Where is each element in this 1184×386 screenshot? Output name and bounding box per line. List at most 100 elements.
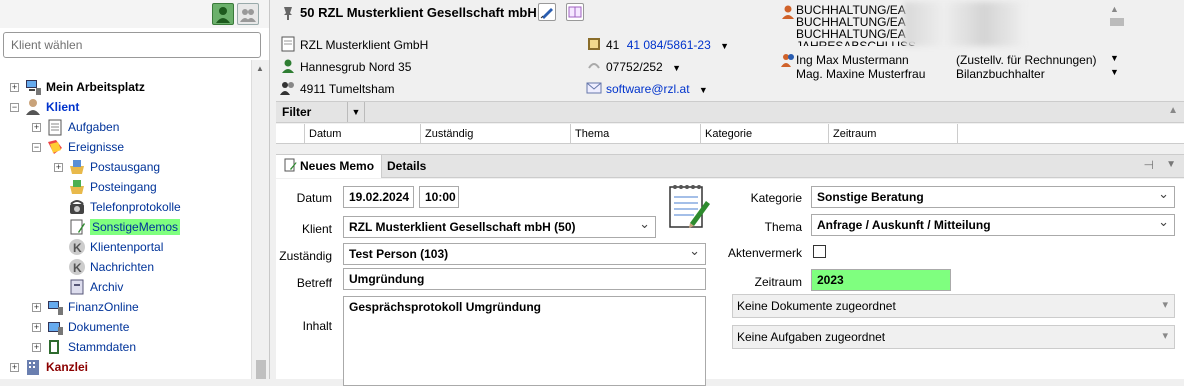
documents-icon xyxy=(48,322,63,335)
tree-item-posteingang[interactable]: Posteingang xyxy=(68,177,157,197)
single-user-button[interactable] xyxy=(212,3,234,25)
client-select[interactable]: RZL Musterklient Gesellschaft mbH (50) xyxy=(343,216,656,238)
header-scrollbar[interactable]: ▲ xyxy=(1110,4,1124,74)
phone-row[interactable]: 41 41 084/5861-23 ▼ xyxy=(606,38,729,52)
tree-item-ereignisse[interactable]: − Ereignisse xyxy=(32,137,124,157)
tree-scrollbar[interactable]: ▲ xyxy=(251,60,269,379)
pin-icon[interactable] xyxy=(280,5,296,21)
client-search-input[interactable]: Klient wählen xyxy=(3,32,261,58)
column-header-zeitraum[interactable]: Zeitraum xyxy=(828,124,958,144)
collapse-up-icon[interactable]: ▲ xyxy=(1168,105,1178,116)
contact-role: Bilanzbuchhalter xyxy=(956,67,1045,81)
documents-dropdown[interactable]: Keine Dokumente zugeordnet xyxy=(732,294,1175,318)
tree-item-stammdaten[interactable]: + Stammdaten xyxy=(32,337,136,357)
tree-item-archiv[interactable]: Archiv xyxy=(68,277,123,297)
fax-icon xyxy=(588,63,600,69)
client-detail-panel: 50 RZL Musterklient Gesellschaft mbH ▼ R… xyxy=(276,0,1184,386)
tree-item-kanzlei[interactable]: + Kanzlei xyxy=(10,357,88,377)
scroll-up-arrow-icon[interactable]: ▲ xyxy=(1110,4,1124,14)
zeitraum-label: Zeitraum xyxy=(754,275,802,289)
tree-item-klient[interactable]: − Klient xyxy=(10,97,79,117)
pin-panel-icon[interactable]: ⊣ xyxy=(1144,158,1154,172)
collapse-icon[interactable]: − xyxy=(10,102,19,112)
phonebook-icon xyxy=(588,38,600,50)
column-header-zustaendig[interactable]: Zuständig xyxy=(420,124,570,144)
messages-k-icon: K xyxy=(69,259,85,275)
role-line: JAHRESABSCHLUSS xyxy=(796,39,917,46)
expand-icon[interactable]: + xyxy=(32,322,41,332)
city: 4911 Tumeltsham xyxy=(300,82,395,96)
scrollbar-thumb[interactable] xyxy=(256,360,266,379)
betreff-label: Betreff xyxy=(296,276,332,290)
kategorie-label: Kategorie xyxy=(750,191,802,205)
company-doc-icon xyxy=(281,36,295,52)
phone-number[interactable]: 41 084/5861-23 xyxy=(627,38,711,52)
chevron-down-icon[interactable]: ▼ xyxy=(720,41,729,51)
chevron-down-icon[interactable]: ▼ xyxy=(699,85,708,95)
tab-details[interactable]: Details xyxy=(380,155,433,178)
workstation-icon xyxy=(26,80,41,95)
topic-select[interactable]: Anfrage / Auskunft / Mitteilung xyxy=(811,214,1175,236)
content-textarea[interactable]: Gesprächsprotokoll Umgründung xyxy=(343,296,706,386)
scroll-up-arrow-icon[interactable]: ▲ xyxy=(256,64,264,73)
responsible-select[interactable]: Test Person (103) xyxy=(343,243,706,265)
open-book-button[interactable] xyxy=(566,3,584,21)
client-title[interactable]: 50 RZL Musterklient Gesellschaft mbH ▼ xyxy=(300,5,554,20)
column-header-thema[interactable]: Thema xyxy=(570,124,700,144)
date-input[interactable]: 19.02.2024 xyxy=(343,186,414,208)
scrollbar-thumb[interactable] xyxy=(1110,18,1124,26)
tree-item-label: Posteingang xyxy=(90,180,157,194)
tree-item-aufgaben[interactable]: + Aufgaben xyxy=(32,117,119,137)
memo-form: Datum 19.02.2024 10:00 Klient RZL Muster… xyxy=(276,179,1184,386)
edit-pen-icon xyxy=(540,8,553,19)
expand-icon[interactable]: + xyxy=(32,342,41,352)
book-icon xyxy=(568,6,582,18)
email-row[interactable]: software@rzl.at ▼ xyxy=(606,82,708,96)
expand-icon[interactable]: + xyxy=(32,302,41,312)
detail-tab-bar: Neues Memo Details ⊣ ▼ xyxy=(276,154,1184,178)
tree-item-label: Kanzlei xyxy=(46,360,89,374)
category-select[interactable]: Sonstige Beratung xyxy=(811,186,1175,208)
tree-item-telefonprotokolle[interactable]: Telefonprotokolle xyxy=(68,197,181,217)
users-icon xyxy=(240,9,256,22)
person-role-icon xyxy=(782,5,794,19)
chevron-down-icon[interactable]: ▼ xyxy=(1166,159,1176,170)
subject-input[interactable]: Umgründung xyxy=(343,268,706,290)
klient-label: Klient xyxy=(301,222,332,236)
tree-item-klientenportal[interactable]: K Klientenportal xyxy=(68,237,163,257)
filter-dropdown-icon[interactable]: ▼ xyxy=(347,102,365,122)
tree-item-label: Nachrichten xyxy=(90,260,155,274)
tab-new-memo[interactable]: Neues Memo xyxy=(276,155,383,178)
contact-role: (Zustellv. für Rechnungen) xyxy=(956,53,1097,67)
expand-icon[interactable]: + xyxy=(32,122,41,132)
aktenvermerk-checkbox[interactable] xyxy=(813,245,826,258)
tree-item-sonstigememos[interactable]: SonstigeMemos xyxy=(68,217,181,237)
tree-item-postausgang[interactable]: + Postausgang xyxy=(54,157,160,177)
contact-name[interactable]: Ing Max Mustermann xyxy=(796,53,909,67)
column-header-datum[interactable]: Datum xyxy=(304,124,420,144)
group-users-button[interactable] xyxy=(237,3,259,25)
navigation-panel: Klient wählen + Mein Arbeitsplatz − Klie… xyxy=(0,0,270,379)
collapse-icon[interactable]: − xyxy=(32,142,41,152)
column-header-kategorie[interactable]: Kategorie xyxy=(700,124,828,144)
tree-item-finanzonline[interactable]: + FinanzOnline xyxy=(32,297,139,317)
filter-label[interactable]: Filter xyxy=(282,105,311,119)
expand-icon[interactable]: + xyxy=(54,162,63,172)
tree-item-nachrichten[interactable]: K Nachrichten xyxy=(68,257,154,277)
chevron-down-icon[interactable]: ▼ xyxy=(672,63,681,73)
memo-icon xyxy=(70,219,85,235)
contact-name[interactable]: Mag. Maxine Musterfrau xyxy=(796,67,925,81)
time-input[interactable]: 10:00 xyxy=(419,186,459,208)
tab-label: Neues Memo xyxy=(300,159,375,173)
fax-number: 07752/252 xyxy=(606,60,663,74)
period-input[interactable]: 2023 xyxy=(811,269,951,291)
expand-icon[interactable]: + xyxy=(10,362,19,372)
tree-item-dokumente[interactable]: + Dokumente xyxy=(32,317,129,337)
email-address[interactable]: software@rzl.at xyxy=(606,82,690,96)
tree-item-label: Dokumente xyxy=(68,320,130,334)
tree-item-mein-arbeitsplatz[interactable]: + Mein Arbeitsplatz xyxy=(10,77,145,97)
tasks-dropdown[interactable]: Keine Aufgaben zugeordnet xyxy=(732,325,1175,349)
expand-icon[interactable]: + xyxy=(10,82,19,92)
fax-row[interactable]: 07752/252 ▼ xyxy=(606,60,681,74)
edit-client-button[interactable] xyxy=(538,3,556,21)
